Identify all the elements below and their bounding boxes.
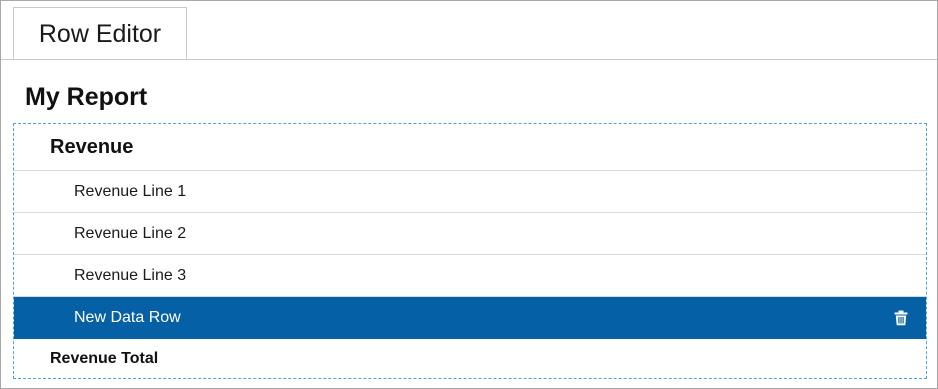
row-revenue-line-1[interactable]: Revenue Line 1 <box>14 171 926 213</box>
row-label: Revenue Line 1 <box>74 182 187 200</box>
tab-row-editor[interactable]: Row Editor <box>13 7 187 59</box>
row-revenue-total[interactable]: Revenue Total <box>14 339 926 378</box>
row-new-data-row-selected[interactable]: New Data Row <box>14 297 926 339</box>
row-label: Revenue Line 2 <box>74 224 187 242</box>
trash-icon[interactable] <box>892 309 910 327</box>
row-revenue-line-3[interactable]: Revenue Line 3 <box>14 255 926 297</box>
row-label: Revenue <box>50 135 134 158</box>
row-label: Revenue Total <box>50 349 159 367</box>
report-title: My Report <box>25 83 148 111</box>
row-group: Revenue Revenue Line 1 Revenue Line 2 Re… <box>13 123 927 379</box>
row-editor-window: Row Editor My Report Revenue Revenue Lin… <box>0 0 938 389</box>
row-label: Revenue Line 3 <box>74 266 187 284</box>
row-label: New Data Row <box>74 308 181 326</box>
row-revenue-header[interactable]: Revenue <box>14 124 926 171</box>
tab-bar: Row Editor <box>1 1 937 60</box>
row-revenue-line-2[interactable]: Revenue Line 2 <box>14 213 926 255</box>
